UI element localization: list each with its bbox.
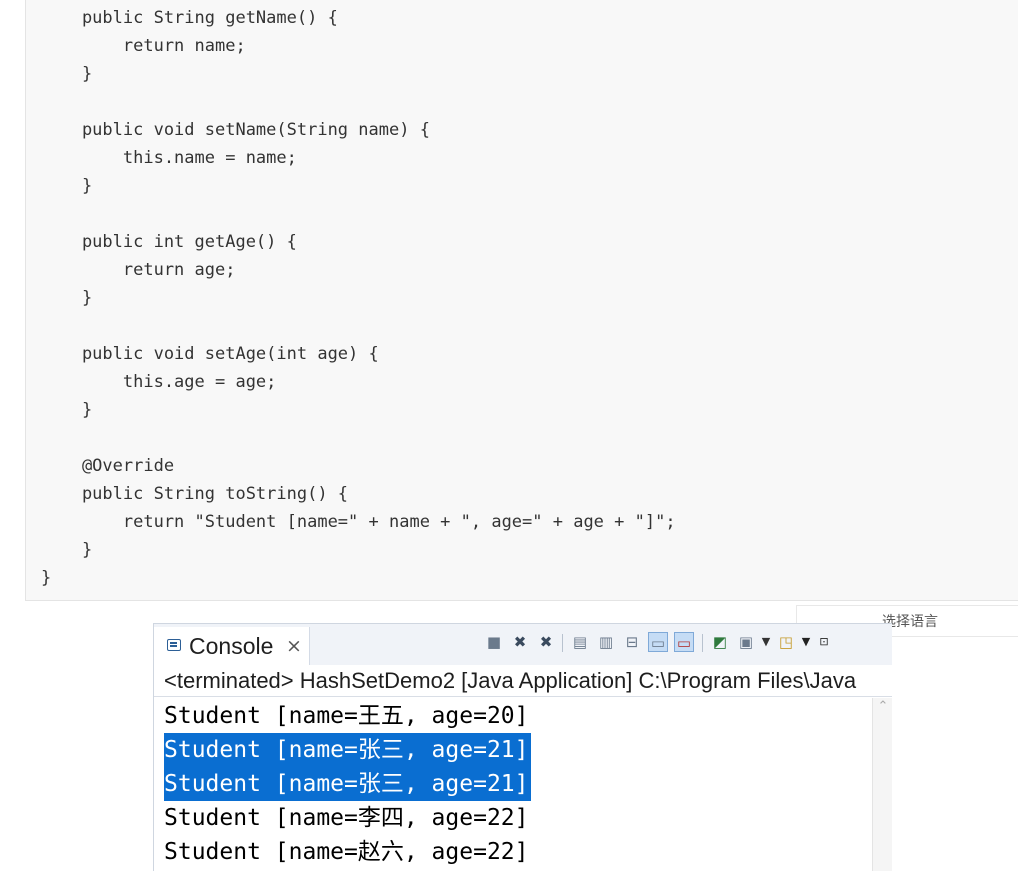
code-line: this.name = name; — [41, 148, 297, 168]
code-line: } — [41, 400, 93, 420]
code-line: public void setAge(int age) { — [41, 344, 379, 364]
tab-console[interactable]: Console × — [154, 627, 310, 665]
toolbar-separator — [702, 634, 703, 652]
code-line: public String getName() { — [41, 8, 338, 28]
code-line: return age; — [41, 260, 236, 280]
minimize-icon[interactable]: ⊡ — [814, 632, 834, 652]
console-output-line-selected[interactable]: Student [name=张三, age=21] — [164, 733, 531, 767]
chevron-up-icon[interactable]: ⌃ — [876, 700, 890, 714]
vertical-scrollbar[interactable]: ⌃ — [872, 698, 892, 871]
console-output[interactable]: Student [name=王五, age=20] Student [name=… — [154, 699, 872, 871]
chevron-down-icon[interactable]: ▼ — [756, 632, 776, 652]
code-line: } — [41, 568, 52, 588]
toolbar-separator — [562, 634, 563, 652]
code-line: return name; — [41, 36, 246, 56]
code-line: } — [41, 288, 93, 308]
code-line: } — [41, 540, 93, 560]
console-panel: Console × ■ ✖ ✖ ▤ ▥ ⊟ ▭ ▭ ◩ ▣ ▼ ◳ ▼ ⊡ <t… — [153, 623, 892, 871]
remove-all-terminated-icon[interactable]: ✖ — [536, 632, 556, 652]
code-line: } — [41, 64, 93, 84]
console-tab-label: Console — [189, 633, 274, 659]
console-output-line[interactable]: Student [name=李四, age=22] — [164, 801, 531, 835]
code-line: } — [41, 176, 93, 196]
word-wrap-icon[interactable]: ⊟ — [622, 632, 642, 652]
pin-console-icon[interactable]: ◩ — [710, 632, 730, 652]
show-console-on-stderr-icon[interactable]: ▭ — [674, 632, 694, 652]
scroll-lock-icon[interactable]: ▥ — [596, 632, 616, 652]
code-line: @Override — [41, 456, 175, 476]
view-menu-icon[interactable]: ▼ — [796, 632, 816, 652]
terminate-icon[interactable]: ■ — [484, 632, 504, 652]
code-line: return "Student [name=" + name + ", age=… — [41, 512, 676, 532]
close-icon[interactable]: × — [286, 635, 302, 657]
code-line: public void setName(String name) { — [41, 120, 430, 140]
code-line: public String toString() { — [41, 484, 349, 504]
code-block: public String getName() { return name; }… — [25, 0, 1018, 601]
show-console-on-stdout-icon[interactable]: ▭ — [648, 632, 668, 652]
open-console-icon[interactable]: ◳ — [776, 632, 796, 652]
console-output-line[interactable]: Student [name=王五, age=20] — [164, 699, 531, 733]
code-line: public int getAge() { — [41, 232, 297, 252]
console-output-line-selected[interactable]: Student [name=张三, age=21] — [164, 767, 531, 801]
remove-launch-icon[interactable]: ✖ — [510, 632, 530, 652]
console-titlebar: Console × ■ ✖ ✖ ▤ ▥ ⊟ ▭ ▭ ◩ ▣ ▼ ◳ ▼ ⊡ — [154, 624, 892, 665]
console-icon — [167, 639, 181, 651]
console-output-line[interactable]: Student [name=赵六, age=22] — [164, 835, 531, 869]
code-line: this.age = age; — [41, 372, 277, 392]
clear-console-icon[interactable]: ▤ — [570, 632, 590, 652]
display-selected-console-icon[interactable]: ▣ — [736, 632, 756, 652]
console-status: <terminated> HashSetDemo2 [Java Applicat… — [154, 665, 892, 697]
